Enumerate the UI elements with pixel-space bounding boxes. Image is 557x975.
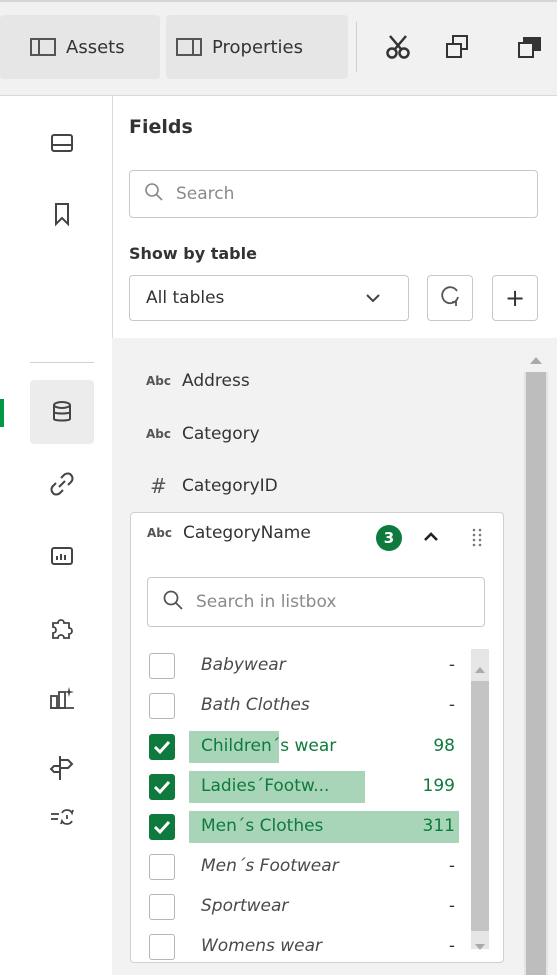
toolbar-divider [356, 22, 357, 72]
cut-icon[interactable] [377, 26, 419, 68]
fields-search-input[interactable] [174, 183, 478, 205]
list-item[interactable]: Ladies´Footw... 199 [147, 771, 465, 803]
text-type-icon: Abc [146, 374, 171, 388]
field-item-label: Category [182, 424, 260, 444]
table-select[interactable]: All tables [129, 275, 409, 321]
numeric-type-icon: # [150, 474, 167, 498]
list-item-frequency: 98 [433, 736, 455, 756]
checkbox[interactable] [149, 653, 175, 679]
list-item-label: Bath Clothes [201, 695, 310, 715]
listbox-search-input[interactable] [194, 591, 484, 613]
list-item-label: Babywear [201, 655, 286, 675]
text-type-icon: Abc [147, 526, 172, 540]
list-item-frequency: 199 [422, 776, 455, 796]
right-panel-icon [176, 38, 202, 56]
field-item-label: Address [182, 371, 250, 391]
left-rail [0, 96, 113, 975]
checkbox-checked[interactable] [149, 734, 175, 760]
list-item-label: Sportwear [201, 896, 289, 916]
checkbox-checked[interactable] [149, 814, 175, 840]
chevron-up-icon[interactable] [421, 527, 441, 551]
list-item[interactable]: Babywear - [147, 650, 465, 682]
refresh-icon [438, 283, 462, 313]
rail-divider [30, 362, 94, 363]
list-item[interactable]: Men´s Clothes 311 [147, 811, 465, 843]
selection-count-badge: 3 [376, 525, 402, 551]
paste-icon[interactable] [508, 26, 550, 68]
list-item-label: Womens wear [201, 936, 323, 956]
checkbox-checked[interactable] [149, 774, 175, 800]
link-icon[interactable] [30, 452, 94, 516]
left-panel-icon [30, 38, 56, 56]
checkbox[interactable] [149, 693, 175, 719]
list-item[interactable]: Sportwear - [147, 891, 465, 923]
show-by-table-label: Show by table [129, 244, 257, 263]
table-select-value: All tables [146, 288, 225, 308]
listbox-title: CategoryName [183, 523, 311, 543]
rail-active-indicator [0, 399, 4, 427]
sparkle-chart-icon[interactable] [30, 666, 94, 730]
field-item-label: CategoryID [182, 476, 278, 496]
list-item-label: Ladies´Footw... [201, 776, 330, 796]
chevron-down-icon [364, 289, 382, 312]
listbox-search[interactable] [147, 577, 485, 627]
checkbox[interactable] [149, 894, 175, 920]
list-item-frequency: - [448, 936, 455, 956]
toolbar-top-border [0, 0, 557, 2]
list-item-label: Men´s Footwear [201, 856, 339, 876]
drag-handle-icon[interactable] [471, 527, 483, 553]
list-item[interactable]: Bath Clothes - [147, 690, 465, 722]
fields-title: Fields [129, 116, 193, 138]
puzzle-icon[interactable] [30, 596, 94, 660]
field-item-categoryid[interactable]: # CategoryID [146, 471, 278, 501]
sheet-icon[interactable] [30, 112, 94, 176]
listbox-scrollbar-thumb[interactable] [471, 681, 489, 931]
database-icon[interactable] [30, 380, 94, 444]
assets-label: Assets [66, 36, 125, 58]
fields-search[interactable] [129, 170, 538, 218]
list-item-label: Men´s Clothes [201, 816, 324, 836]
refresh-filter-icon[interactable] [30, 786, 94, 850]
checkbox[interactable] [149, 854, 175, 880]
list-item-label: Children´s wear [201, 736, 337, 756]
search-icon [144, 182, 164, 206]
list-item[interactable]: Womens wear - [147, 931, 465, 963]
toolbar: Assets Properties [0, 0, 557, 96]
search-icon [162, 589, 184, 615]
listbox-header[interactable]: Abc CategoryName [147, 523, 311, 543]
bookmark-icon[interactable] [30, 182, 94, 246]
text-type-icon: Abc [146, 427, 171, 441]
list-item[interactable]: Men´s Footwear - [147, 851, 465, 883]
list-item-frequency: - [448, 695, 455, 715]
chart-icon[interactable] [30, 524, 94, 588]
list-item-frequency: 311 [422, 816, 455, 836]
assets-button[interactable]: Assets [0, 15, 160, 79]
properties-button[interactable]: Properties [166, 15, 348, 79]
properties-label: Properties [212, 36, 303, 58]
copy-icon[interactable] [436, 26, 478, 68]
list-item-frequency: - [448, 856, 455, 876]
refresh-button[interactable] [427, 275, 473, 321]
field-item-category[interactable]: Abc Category [146, 419, 260, 449]
field-list-scrollbar-thumb[interactable] [526, 372, 546, 975]
field-item-address[interactable]: Abc Address [146, 366, 250, 396]
scroll-up-arrow-icon[interactable] [474, 659, 486, 678]
plus-icon: + [504, 284, 526, 312]
add-button[interactable]: + [492, 275, 538, 321]
listbox-categoryname: Abc CategoryName 3 Babywear - Bath Cloth… [130, 512, 504, 963]
list-item-frequency: - [448, 896, 455, 916]
checkbox[interactable] [149, 934, 175, 960]
list-item[interactable]: Children´s wear 98 [147, 731, 465, 763]
scroll-down-arrow-icon[interactable] [474, 937, 486, 956]
list-item-frequency: - [448, 655, 455, 675]
scroll-up-arrow-icon[interactable] [529, 350, 543, 369]
